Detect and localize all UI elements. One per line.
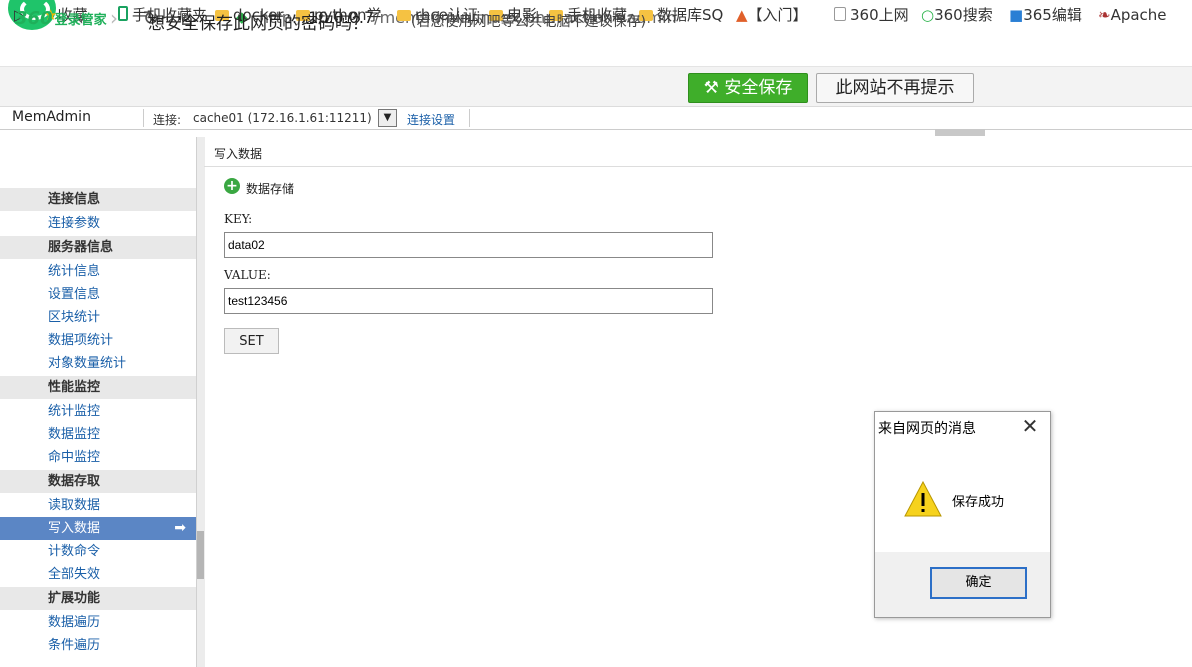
connection-settings-link[interactable]: 连接设置 xyxy=(407,111,455,128)
key-input[interactable] xyxy=(224,232,713,258)
divider xyxy=(469,109,470,127)
site-icon: ■ xyxy=(1009,6,1024,24)
site-icon: ▲ xyxy=(736,6,748,24)
password-question: 想安全保存此网页的密码吗？ xyxy=(148,14,369,34)
sidebar-item-traverse[interactable]: 数据遍历 xyxy=(0,611,196,634)
sidebar-item-connection-params[interactable]: 连接参数 xyxy=(0,212,196,235)
close-icon[interactable]: ✕ xyxy=(1020,415,1040,437)
connection-select[interactable]: cache01 (172.16.1.61:11211) xyxy=(193,111,372,125)
value-label: VALUE: xyxy=(224,268,271,282)
bookmark-item[interactable]: ■365编辑 xyxy=(1009,6,1082,24)
sidebar-group-server: 服务器信息 xyxy=(0,236,196,259)
sidebar-scrollbar[interactable] xyxy=(196,137,205,667)
password-save-bar xyxy=(0,67,1192,107)
sidebar-item-conditional-traverse[interactable]: 条件遍历 xyxy=(0,634,196,657)
arrow-right-icon: ➡ xyxy=(174,520,186,536)
sidebar-group-extensions: 扩展功能 xyxy=(0,587,196,610)
key-icon: ⚒ xyxy=(703,78,725,98)
page-title: 写入数据 xyxy=(214,147,263,161)
ok-button[interactable]: 确定 xyxy=(930,567,1027,599)
sidebar-item-items-stats[interactable]: 数据项统计 xyxy=(0,329,196,352)
bookmark-item[interactable]: ○360搜索 xyxy=(921,6,993,24)
connection-label: 连接: xyxy=(153,113,182,127)
phone-icon xyxy=(118,6,128,21)
set-button[interactable]: SET xyxy=(224,328,279,354)
sidebar-group-data-access: 数据存取 xyxy=(0,470,196,493)
feather-icon: ❧ xyxy=(1098,6,1111,24)
sidebar-item-slabs[interactable]: 区块统计 xyxy=(0,306,196,329)
bookmark-item[interactable]: ▲【入门】 xyxy=(736,6,808,24)
dialog-message: 保存成功 xyxy=(952,495,1005,510)
sidebar-item-object-count[interactable]: 对象数量统计 xyxy=(0,352,196,375)
never-prompt-button[interactable]: 此网站不再提示 xyxy=(816,73,974,103)
warning-icon xyxy=(904,480,942,517)
divider xyxy=(204,166,1192,167)
sidebar-item-hit-monitor[interactable]: 命中监控 xyxy=(0,446,196,469)
horizontal-scrollbar[interactable] xyxy=(935,129,985,136)
sidebar-item-data-monitor[interactable]: 数据监控 xyxy=(0,423,196,446)
key-label: KEY: xyxy=(224,212,253,226)
scrollbar-thumb[interactable] xyxy=(197,531,204,579)
chevron-down-icon[interactable]: ▼ xyxy=(378,109,397,127)
folder-icon xyxy=(397,10,411,21)
section-title: 数据存储 xyxy=(246,182,295,196)
page-icon xyxy=(834,7,846,21)
sidebar-group-connection: 连接信息 xyxy=(0,188,196,211)
bookmarks-bar xyxy=(0,36,1192,67)
value-input[interactable] xyxy=(224,288,713,314)
divider xyxy=(143,109,144,127)
sidebar-item-flush-all[interactable]: 全部失效 xyxy=(0,563,196,586)
bookmark-item[interactable]: 数据库SQ xyxy=(639,6,723,24)
password-note: (若您使用网吧等公共电脑不建议保存) xyxy=(411,14,646,30)
sidebar-item-settings[interactable]: 设置信息 xyxy=(0,283,196,306)
dialog-title: 来自网页的消息 xyxy=(878,421,976,437)
app-title: MemAdmin xyxy=(12,109,91,125)
bookmark-item[interactable]: ❧Apache xyxy=(1098,6,1167,24)
sidebar-group-monitor: 性能监控 xyxy=(0,376,196,399)
search-site-icon: ○ xyxy=(921,6,935,24)
sidebar-item-counter[interactable]: 计数命令 xyxy=(0,540,196,563)
sidebar-item-stats[interactable]: 统计信息 xyxy=(0,260,196,283)
secure-save-button[interactable]: ⚒ 安全保存 xyxy=(688,73,808,103)
password-manager-logo: 360 登录管家 xyxy=(15,8,107,29)
plus-circle-icon: + xyxy=(224,178,240,194)
sidebar-item-stats-monitor[interactable]: 统计监控 xyxy=(0,400,196,423)
bookmark-item[interactable]: 360上网 xyxy=(834,6,909,24)
sidebar-item-write-data[interactable]: 写入数据 ➡ xyxy=(0,517,196,540)
sidebar-item-read-data[interactable]: 读取数据 xyxy=(0,494,196,517)
